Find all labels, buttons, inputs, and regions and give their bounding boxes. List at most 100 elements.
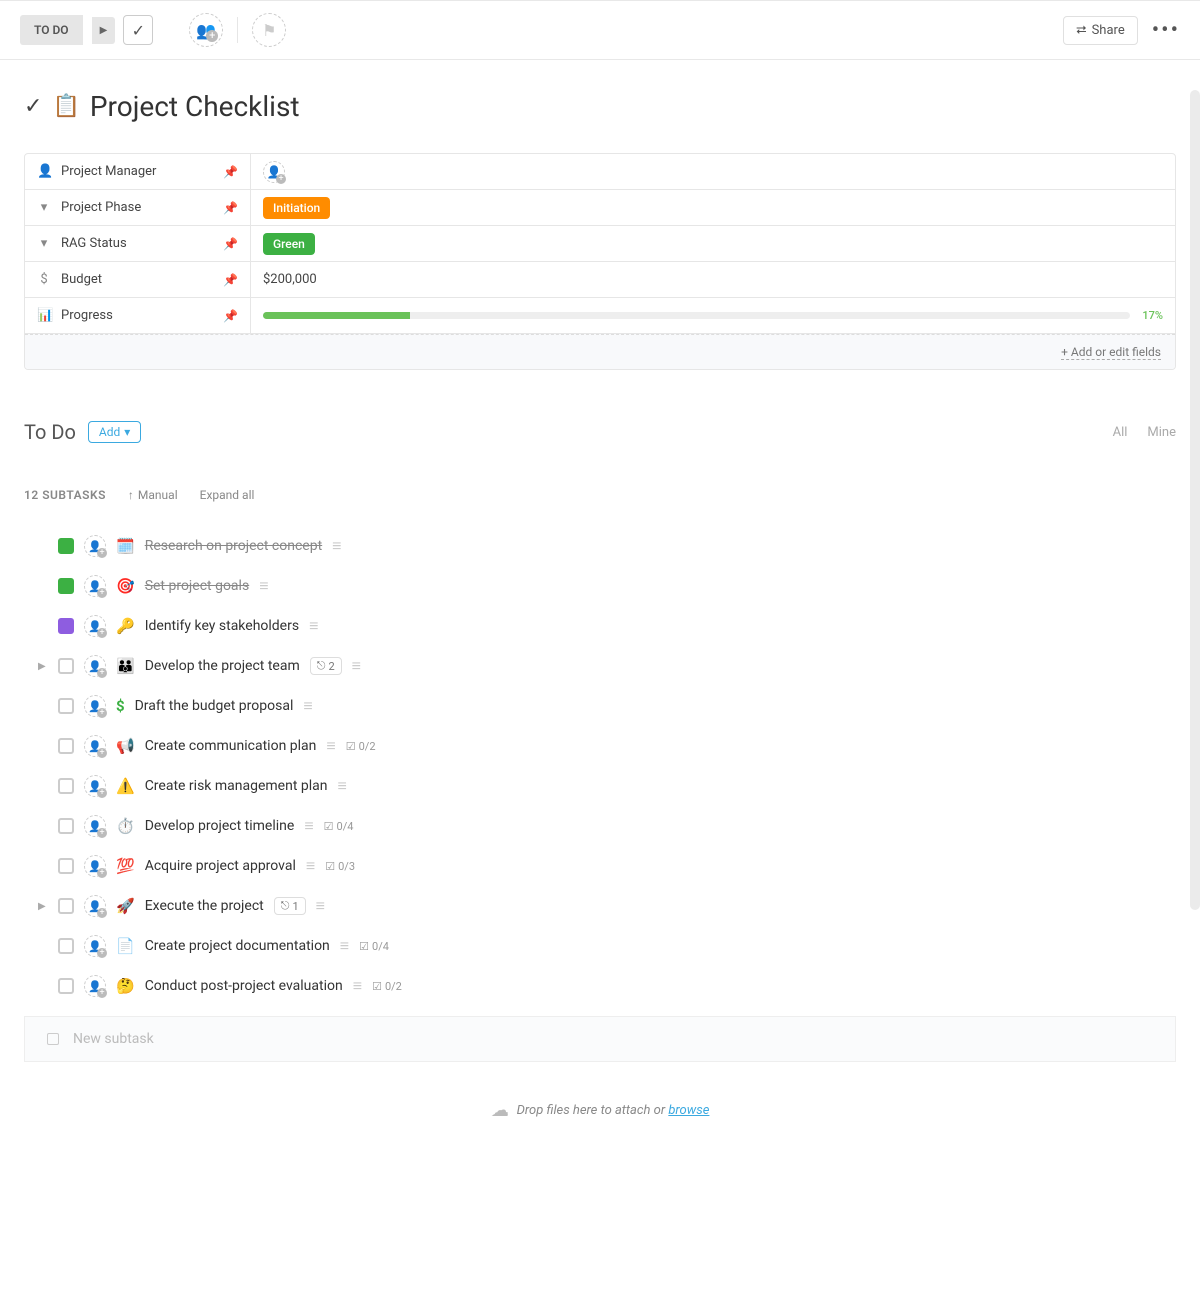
- assignee-placeholder[interactable]: 👤+: [84, 975, 106, 997]
- assignee-placeholder[interactable]: 👤+: [84, 895, 106, 917]
- status-square[interactable]: [58, 538, 74, 554]
- subtask-row[interactable]: ▶👤+📢Create communication plan≡☑0/2: [24, 726, 1176, 766]
- task-title[interactable]: Set project goals: [145, 578, 250, 594]
- pin-icon[interactable]: 📌: [223, 309, 238, 323]
- task-title[interactable]: Identify key stakeholders: [145, 618, 299, 634]
- project-phase-value[interactable]: Initiation: [251, 190, 1175, 225]
- description-icon[interactable]: ≡: [353, 976, 362, 996]
- priority-flag[interactable]: ⚑: [252, 13, 286, 47]
- more-menu[interactable]: •••: [1152, 18, 1180, 43]
- add-edit-fields[interactable]: + Add or edit fields: [25, 334, 1175, 369]
- subtask-row[interactable]: ▶👤+🚀Execute the project⎋1≡: [24, 886, 1176, 926]
- assignees-add[interactable]: 👥+: [189, 13, 223, 47]
- scrollbar[interactable]: [1190, 90, 1200, 910]
- subtask-meta: 12 SUBTASKS ↑Manual Expand all: [24, 488, 1176, 502]
- status-square[interactable]: [58, 818, 74, 834]
- assignee-placeholder[interactable]: 👤+: [84, 775, 106, 797]
- expand-caret[interactable]: ▶: [38, 661, 48, 672]
- description-icon[interactable]: ≡: [340, 936, 349, 956]
- status-square[interactable]: [58, 698, 74, 714]
- assignee-placeholder[interactable]: 👤+: [84, 935, 106, 957]
- task-title[interactable]: Draft the budget proposal: [135, 698, 294, 714]
- status-square[interactable]: [58, 618, 74, 634]
- assignee-placeholder[interactable]: 👤+: [84, 535, 106, 557]
- checklist-count[interactable]: ☑0/4: [359, 940, 389, 953]
- page-title[interactable]: Project Checklist: [90, 90, 300, 123]
- assignee-placeholder[interactable]: 👤+: [84, 575, 106, 597]
- assignee-placeholder[interactable]: 👤+: [84, 655, 106, 677]
- progress-bar[interactable]: [263, 312, 1130, 319]
- expand-caret[interactable]: ▶: [38, 901, 48, 912]
- share-button[interactable]: ⮂ Share: [1063, 16, 1138, 45]
- subtask-row[interactable]: ▶👤+⏱️Develop project timeline≡☑0/4: [24, 806, 1176, 846]
- assignee-placeholder[interactable]: 👤+: [84, 735, 106, 757]
- filter-all[interactable]: All: [1113, 425, 1128, 440]
- status-square[interactable]: [58, 738, 74, 754]
- project-manager-value[interactable]: 👤+: [251, 154, 1175, 189]
- checklist-count[interactable]: ☑0/2: [372, 980, 402, 993]
- assignee-placeholder[interactable]: 👤+: [84, 815, 106, 837]
- description-icon[interactable]: ≡: [338, 776, 347, 796]
- task-title[interactable]: Create risk management plan: [145, 778, 328, 794]
- description-icon[interactable]: ≡: [316, 896, 325, 916]
- subtask-row[interactable]: ▶👤+💯Acquire project approval≡☑0/3: [24, 846, 1176, 886]
- subtask-row[interactable]: ▶👤+⚠️Create risk management plan≡: [24, 766, 1176, 806]
- status-square[interactable]: [58, 578, 74, 594]
- task-title[interactable]: Create project documentation: [145, 938, 330, 954]
- rag-status-value[interactable]: Green: [251, 226, 1175, 261]
- assign-placeholder[interactable]: 👤+: [263, 161, 285, 183]
- description-icon[interactable]: ≡: [304, 816, 313, 836]
- description-icon[interactable]: ≡: [332, 536, 341, 556]
- progress-value[interactable]: 17%: [251, 298, 1175, 333]
- budget-value[interactable]: $200,000: [251, 262, 1175, 297]
- description-icon[interactable]: ≡: [259, 576, 268, 596]
- subtask-row[interactable]: ▶👤+🔑Identify key stakeholders≡: [24, 606, 1176, 646]
- expand-all[interactable]: Expand all: [200, 488, 255, 502]
- checklist-count[interactable]: ☑0/4: [324, 820, 354, 833]
- status-square[interactable]: [58, 898, 74, 914]
- assignee-placeholder[interactable]: 👤+: [84, 615, 106, 637]
- checklist-count[interactable]: ☑0/2: [346, 740, 376, 753]
- subtask-row[interactable]: ▶👤+👪Develop the project team⎋2≡: [24, 646, 1176, 686]
- task-title[interactable]: Acquire project approval: [145, 858, 296, 874]
- status-square[interactable]: [58, 778, 74, 794]
- description-icon[interactable]: ≡: [306, 856, 315, 876]
- subtask-row[interactable]: ▶👤+🤔Conduct post-project evaluation≡☑0/2: [24, 966, 1176, 1006]
- pin-icon[interactable]: 📌: [223, 201, 238, 215]
- description-icon[interactable]: ≡: [309, 616, 318, 636]
- assignee-placeholder[interactable]: 👤+: [84, 855, 106, 877]
- subtask-row[interactable]: ▶👤+🎯Set project goals≡: [24, 566, 1176, 606]
- sort-manual[interactable]: ↑Manual: [128, 488, 178, 502]
- status-square[interactable]: [58, 978, 74, 994]
- status-square[interactable]: [58, 858, 74, 874]
- filter-mine[interactable]: Mine: [1147, 425, 1176, 440]
- status-arrow[interactable]: ▶: [92, 17, 116, 44]
- description-icon[interactable]: ≡: [303, 696, 312, 716]
- task-title[interactable]: Conduct post-project evaluation: [145, 978, 343, 994]
- subtree-count[interactable]: ⎋1: [274, 897, 306, 915]
- pin-icon[interactable]: 📌: [223, 237, 238, 251]
- task-title[interactable]: Develop the project team: [145, 658, 300, 674]
- browse-link[interactable]: browse: [668, 1103, 709, 1118]
- subtask-row[interactable]: ▶👤+$Draft the budget proposal≡: [24, 686, 1176, 726]
- drop-area[interactable]: ☁ Drop files here to attach or browse: [24, 1084, 1176, 1137]
- description-icon[interactable]: ≡: [352, 656, 361, 676]
- subtask-row[interactable]: ▶👤+🗓️Research on project concept≡: [24, 526, 1176, 566]
- task-title[interactable]: Execute the project: [145, 898, 264, 914]
- new-subtask-input[interactable]: New subtask: [24, 1016, 1176, 1062]
- add-button[interactable]: Add▾: [88, 421, 141, 443]
- checklist-count[interactable]: ☑0/3: [325, 860, 355, 873]
- task-title[interactable]: Develop project timeline: [145, 818, 295, 834]
- status-square[interactable]: [58, 938, 74, 954]
- pin-icon[interactable]: 📌: [223, 165, 238, 179]
- subtree-count[interactable]: ⎋2: [310, 657, 342, 675]
- status-pill[interactable]: TO DO: [20, 15, 83, 45]
- pin-icon[interactable]: 📌: [223, 273, 238, 287]
- complete-button[interactable]: ✓: [123, 15, 153, 45]
- status-square[interactable]: [58, 658, 74, 674]
- description-icon[interactable]: ≡: [326, 736, 335, 756]
- assignee-placeholder[interactable]: 👤+: [84, 695, 106, 717]
- subtask-row[interactable]: ▶👤+📄Create project documentation≡☑0/4: [24, 926, 1176, 966]
- task-title[interactable]: Research on project concept: [145, 538, 322, 554]
- task-title[interactable]: Create communication plan: [145, 738, 317, 754]
